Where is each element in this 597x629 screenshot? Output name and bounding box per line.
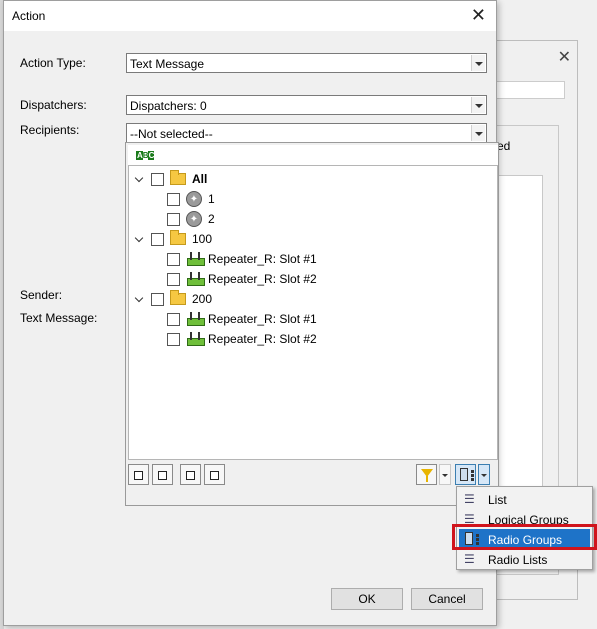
filter-button[interactable] bbox=[416, 464, 437, 485]
chevron-down-icon[interactable] bbox=[135, 174, 145, 184]
tree-node-label: Repeater_R: Slot #2 bbox=[208, 272, 317, 286]
filter-dropdown-button[interactable] bbox=[439, 464, 451, 485]
view-mode-button[interactable] bbox=[455, 464, 476, 485]
checkbox[interactable] bbox=[167, 192, 180, 206]
select-all-icon bbox=[186, 468, 200, 480]
filter-icon bbox=[421, 469, 433, 482]
checkbox[interactable] bbox=[151, 292, 164, 306]
expand-all-button[interactable] bbox=[128, 464, 149, 485]
radio-lists-icon bbox=[464, 552, 478, 566]
chevron-down-icon[interactable] bbox=[471, 55, 485, 71]
tree-node-repeater[interactable]: Repeater_R: Slot #1 bbox=[167, 250, 317, 268]
chevron-down-icon[interactable] bbox=[471, 125, 485, 141]
view-mode-dropdown-button[interactable] bbox=[478, 464, 490, 485]
tree-node-label: 200 bbox=[192, 292, 213, 306]
text-message-label: Text Message: bbox=[20, 311, 98, 325]
menu-item-label: List bbox=[488, 493, 507, 507]
folder-icon bbox=[170, 170, 186, 185]
close-icon[interactable]: ✕ bbox=[471, 5, 486, 26]
checkbox[interactable] bbox=[167, 272, 180, 286]
tree-node-label: 1 bbox=[208, 192, 215, 206]
tree-node-100[interactable]: 100 bbox=[135, 230, 212, 248]
tree-header: ABC bbox=[128, 145, 498, 165]
chevron-down-icon[interactable] bbox=[135, 294, 145, 304]
person-icon: ✦ bbox=[186, 191, 202, 207]
folder-icon bbox=[170, 230, 186, 245]
tree-node-repeater[interactable]: Repeater_R: Slot #2 bbox=[167, 270, 317, 288]
recipients-tree: All ✦ 1 ✦ 2 100 Repeater_R: Slot #1 Repe… bbox=[128, 165, 498, 460]
sender-label: Sender: bbox=[20, 288, 63, 302]
deselect-all-button[interactable] bbox=[204, 464, 225, 485]
action-type-select[interactable]: Text Message bbox=[126, 53, 487, 73]
select-all-button[interactable] bbox=[180, 464, 201, 485]
repeater-icon bbox=[186, 272, 205, 286]
tree-node-label: Repeater_R: Slot #2 bbox=[208, 332, 317, 346]
background-field bbox=[489, 81, 565, 99]
recipients-select[interactable]: --Not selected-- bbox=[126, 123, 487, 144]
collapse-all-button[interactable] bbox=[152, 464, 173, 485]
tree-node-label: 2 bbox=[208, 212, 215, 226]
tree-node-label: Repeater_R: Slot #1 bbox=[208, 252, 317, 266]
recipients-value: --Not selected-- bbox=[130, 127, 213, 141]
repeater-icon bbox=[186, 312, 205, 326]
checkbox[interactable] bbox=[167, 252, 180, 266]
checkbox[interactable] bbox=[167, 332, 180, 346]
cancel-button[interactable]: Cancel bbox=[411, 588, 483, 610]
tree-node-200[interactable]: 200 bbox=[135, 290, 212, 308]
action-type-label: Action Type: bbox=[20, 56, 86, 70]
tree-node-label: Repeater_R: Slot #1 bbox=[208, 312, 317, 326]
tree-node-label: All bbox=[192, 172, 208, 186]
folder-icon bbox=[170, 290, 186, 305]
chevron-down-icon[interactable] bbox=[135, 234, 145, 244]
expand-all-icon bbox=[134, 468, 148, 480]
dispatchers-select[interactable]: Dispatchers: 0 bbox=[126, 95, 487, 115]
tree-toolbar bbox=[128, 461, 498, 487]
background-close-icon[interactable]: ✕ bbox=[558, 47, 571, 67]
checkbox[interactable] bbox=[167, 212, 180, 226]
abc-sort-icon[interactable]: ABC bbox=[136, 151, 155, 160]
checkbox[interactable] bbox=[151, 232, 164, 246]
action-type-value: Text Message bbox=[130, 57, 205, 71]
tree-node-repeater[interactable]: Repeater_R: Slot #2 bbox=[167, 330, 317, 348]
repeater-icon bbox=[186, 252, 205, 266]
dispatchers-value: Dispatchers: 0 bbox=[130, 99, 207, 113]
dialog-title: Action bbox=[12, 9, 46, 23]
menu-item-radio-lists[interactable]: Radio Lists bbox=[459, 549, 590, 569]
recipients-dropdown: ABC All ✦ 1 ✦ 2 100 Repeater_R: Slot #1 … bbox=[125, 142, 499, 506]
ok-button[interactable]: OK bbox=[331, 588, 403, 610]
checkbox[interactable] bbox=[167, 312, 180, 326]
recipients-label: Recipients: bbox=[20, 123, 80, 137]
title-bar: Action ✕ bbox=[4, 1, 496, 31]
dispatchers-label: Dispatchers: bbox=[20, 98, 87, 112]
deselect-all-icon bbox=[210, 468, 224, 480]
list-icon bbox=[464, 492, 478, 506]
tree-node-repeater[interactable]: Repeater_R: Slot #1 bbox=[167, 310, 317, 328]
person-icon: ✦ bbox=[186, 211, 202, 227]
tree-node-label: 100 bbox=[192, 232, 213, 246]
annotation-highlight-box bbox=[452, 524, 597, 550]
collapse-all-icon bbox=[158, 468, 172, 480]
tree-node-1[interactable]: ✦ 1 bbox=[167, 190, 215, 208]
menu-item-list[interactable]: List bbox=[459, 489, 590, 509]
repeater-icon bbox=[186, 332, 205, 346]
checkbox[interactable] bbox=[151, 172, 164, 186]
radio-groups-icon bbox=[460, 468, 474, 481]
chevron-down-icon[interactable] bbox=[471, 97, 485, 113]
menu-item-label: Radio Lists bbox=[488, 553, 548, 567]
tree-node-all[interactable]: All bbox=[135, 170, 207, 188]
tree-node-2[interactable]: ✦ 2 bbox=[167, 210, 215, 228]
background-label: ed bbox=[497, 139, 511, 153]
